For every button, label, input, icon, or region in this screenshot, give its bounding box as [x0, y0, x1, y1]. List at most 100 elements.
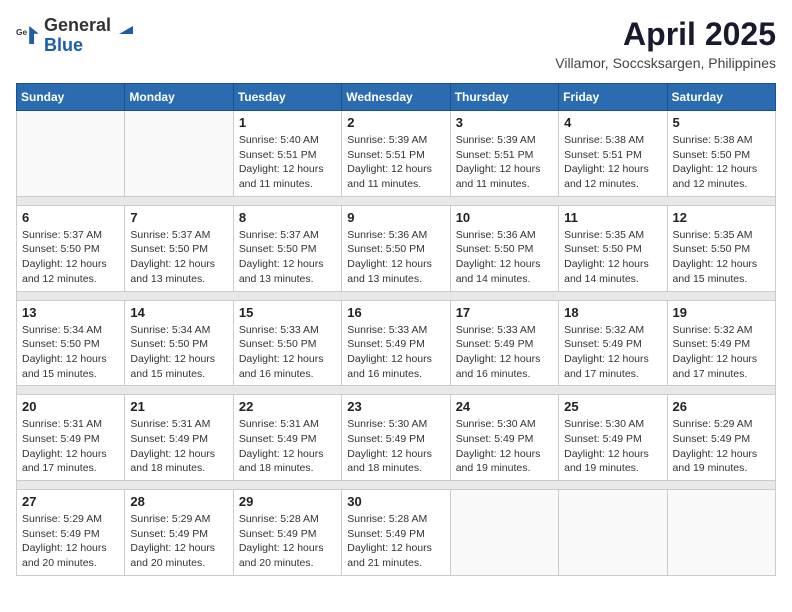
calendar-week-row: 6 Sunrise: 5:37 AMSunset: 5:50 PMDaylight…	[17, 205, 776, 291]
main-title: April 2025	[555, 16, 776, 53]
calendar-cell: 16 Sunrise: 5:33 AMSunset: 5:49 PMDayligh…	[342, 300, 450, 386]
calendar-cell: 5Sunrise: 5:38 AMSunset: 5:50 PMDaylight…	[667, 111, 775, 197]
calendar-cell	[559, 490, 667, 576]
weekday-header: Wednesday	[342, 84, 450, 111]
calendar-cell	[667, 490, 775, 576]
calendar-table: SundayMondayTuesdayWednesdayThursdayFrid…	[16, 83, 776, 576]
calendar-cell: 25 Sunrise: 5:30 AMSunset: 5:49 PMDayligh…	[559, 395, 667, 481]
calendar-header-row: SundayMondayTuesdayWednesdayThursdayFrid…	[17, 84, 776, 111]
calendar-cell: 20Sunrise: 5:31 AMSunset: 5:49 PMDayligh…	[17, 395, 125, 481]
day-info: Sunrise: 5:35 AMSunset: 5:50 PMDaylight:…	[564, 228, 661, 287]
day-info: Sunrise: 5:32 AMSunset: 5:49 PMDaylight:…	[673, 323, 770, 382]
weekday-header: Friday	[559, 84, 667, 111]
day-info: Sunrise: 5:34 AMSunset: 5:50 PMDaylight:…	[22, 323, 119, 382]
calendar-cell: 1 Sunrise: 5:40 AMSunset: 5:51 PMDaylight…	[233, 111, 341, 197]
calendar-week-row: 20Sunrise: 5:31 AMSunset: 5:49 PMDayligh…	[17, 395, 776, 481]
day-number: 29	[239, 494, 336, 509]
calendar-cell: 18Sunrise: 5:32 AMSunset: 5:49 PMDayligh…	[559, 300, 667, 386]
day-info: Sunrise: 5:39 AMSunset: 5:51 PMDaylight:…	[347, 133, 444, 192]
day-info: Sunrise: 5:31 AMSunset: 5:49 PMDaylight:…	[239, 417, 336, 476]
day-info: Sunrise: 5:40 AMSunset: 5:51 PMDaylight:…	[239, 133, 336, 192]
calendar-cell: 9Sunrise: 5:36 AMSunset: 5:50 PMDaylight…	[342, 205, 450, 291]
day-number: 5	[673, 115, 770, 130]
calendar-cell: 23Sunrise: 5:30 AMSunset: 5:49 PMDayligh…	[342, 395, 450, 481]
day-number: 21	[130, 399, 227, 414]
weekday-header: Thursday	[450, 84, 558, 111]
logo-icon: Ge	[16, 23, 40, 47]
weekday-header: Sunday	[17, 84, 125, 111]
day-info: Sunrise: 5:38 AMSunset: 5:51 PMDaylight:…	[564, 133, 661, 192]
logo: Ge General Blue	[16, 16, 135, 54]
calendar-cell: 17Sunrise: 5:33 AMSunset: 5:49 PMDayligh…	[450, 300, 558, 386]
logo-blue: Blue	[44, 36, 135, 54]
day-info: Sunrise: 5:37 AMSunset: 5:50 PMDaylight:…	[22, 228, 119, 287]
calendar-week-row: 1 Sunrise: 5:40 AMSunset: 5:51 PMDaylight…	[17, 111, 776, 197]
day-info: Sunrise: 5:33 AMSunset: 5:49 PMDaylight:…	[347, 323, 444, 382]
day-info: Sunrise: 5:36 AMSunset: 5:50 PMDaylight:…	[456, 228, 553, 287]
week-separator	[17, 386, 776, 395]
day-info: Sunrise: 5:35 AMSunset: 5:50 PMDaylight:…	[673, 228, 770, 287]
day-info: Sunrise: 5:32 AMSunset: 5:49 PMDaylight:…	[564, 323, 661, 382]
day-info: Sunrise: 5:33 AMSunset: 5:49 PMDaylight:…	[456, 323, 553, 382]
day-number: 26	[673, 399, 770, 414]
day-number: 25	[564, 399, 661, 414]
logo-text: General Blue	[44, 16, 135, 54]
day-info: Sunrise: 5:30 AMSunset: 5:49 PMDaylight:…	[456, 417, 553, 476]
weekday-header: Tuesday	[233, 84, 341, 111]
calendar-cell	[17, 111, 125, 197]
calendar-cell	[125, 111, 233, 197]
day-info: Sunrise: 5:30 AMSunset: 5:49 PMDaylight:…	[564, 417, 661, 476]
week-separator	[17, 291, 776, 300]
day-info: Sunrise: 5:31 AMSunset: 5:49 PMDaylight:…	[22, 417, 119, 476]
calendar-cell: 19 Sunrise: 5:32 AMSunset: 5:49 PMDayligh…	[667, 300, 775, 386]
day-number: 12	[673, 210, 770, 225]
day-number: 6	[22, 210, 119, 225]
day-info: Sunrise: 5:29 AMSunset: 5:49 PMDaylight:…	[130, 512, 227, 571]
calendar-week-row: 27 Sunrise: 5:29 AMSunset: 5:49 PMDayligh…	[17, 490, 776, 576]
weekday-header: Saturday	[667, 84, 775, 111]
calendar-cell: 8Sunrise: 5:37 AMSunset: 5:50 PMDaylight…	[233, 205, 341, 291]
day-number: 28	[130, 494, 227, 509]
weekday-header: Monday	[125, 84, 233, 111]
calendar-cell: 14Sunrise: 5:34 AMSunset: 5:50 PMDayligh…	[125, 300, 233, 386]
day-number: 10	[456, 210, 553, 225]
day-number: 24	[456, 399, 553, 414]
day-info: Sunrise: 5:30 AMSunset: 5:49 PMDaylight:…	[347, 417, 444, 476]
calendar-cell: 13 Sunrise: 5:34 AMSunset: 5:50 PMDayligh…	[17, 300, 125, 386]
calendar-cell: 11 Sunrise: 5:35 AMSunset: 5:50 PMDayligh…	[559, 205, 667, 291]
calendar-week-row: 13 Sunrise: 5:34 AMSunset: 5:50 PMDayligh…	[17, 300, 776, 386]
day-number: 11	[564, 210, 661, 225]
day-number: 7	[130, 210, 227, 225]
day-info: Sunrise: 5:31 AMSunset: 5:49 PMDaylight:…	[130, 417, 227, 476]
day-info: Sunrise: 5:36 AMSunset: 5:50 PMDaylight:…	[347, 228, 444, 287]
day-info: Sunrise: 5:28 AMSunset: 5:49 PMDaylight:…	[347, 512, 444, 571]
title-area: April 2025 Villamor, Soccsksargen, Phili…	[555, 16, 776, 71]
day-number: 13	[22, 305, 119, 320]
day-number: 4	[564, 115, 661, 130]
calendar-cell: 6 Sunrise: 5:37 AMSunset: 5:50 PMDaylight…	[17, 205, 125, 291]
day-number: 14	[130, 305, 227, 320]
day-info: Sunrise: 5:37 AMSunset: 5:50 PMDaylight:…	[130, 228, 227, 287]
calendar-cell: 24 Sunrise: 5:30 AMSunset: 5:49 PMDayligh…	[450, 395, 558, 481]
logo-triangle-icon	[117, 18, 135, 36]
week-separator	[17, 196, 776, 205]
day-info: Sunrise: 5:28 AMSunset: 5:49 PMDaylight:…	[239, 512, 336, 571]
calendar-cell: 12 Sunrise: 5:35 AMSunset: 5:50 PMDayligh…	[667, 205, 775, 291]
calendar-cell: 10 Sunrise: 5:36 AMSunset: 5:50 PMDayligh…	[450, 205, 558, 291]
day-info: Sunrise: 5:39 AMSunset: 5:51 PMDaylight:…	[456, 133, 553, 192]
day-number: 19	[673, 305, 770, 320]
day-number: 27	[22, 494, 119, 509]
day-number: 16	[347, 305, 444, 320]
calendar-cell: 30 Sunrise: 5:28 AMSunset: 5:49 PMDayligh…	[342, 490, 450, 576]
calendar-cell: 29 Sunrise: 5:28 AMSunset: 5:49 PMDayligh…	[233, 490, 341, 576]
calendar-cell: 2Sunrise: 5:39 AMSunset: 5:51 PMDaylight…	[342, 111, 450, 197]
calendar-cell: 7 Sunrise: 5:37 AMSunset: 5:50 PMDaylight…	[125, 205, 233, 291]
svg-text:Ge: Ge	[16, 27, 28, 37]
day-info: Sunrise: 5:33 AMSunset: 5:50 PMDaylight:…	[239, 323, 336, 382]
calendar-cell: 28 Sunrise: 5:29 AMSunset: 5:49 PMDayligh…	[125, 490, 233, 576]
day-number: 22	[239, 399, 336, 414]
day-number: 30	[347, 494, 444, 509]
day-number: 1	[239, 115, 336, 130]
calendar-cell: 3Sunrise: 5:39 AMSunset: 5:51 PMDaylight…	[450, 111, 558, 197]
calendar-cell: 27Sunrise: 5:29 AMSunset: 5:49 PMDayligh…	[17, 490, 125, 576]
